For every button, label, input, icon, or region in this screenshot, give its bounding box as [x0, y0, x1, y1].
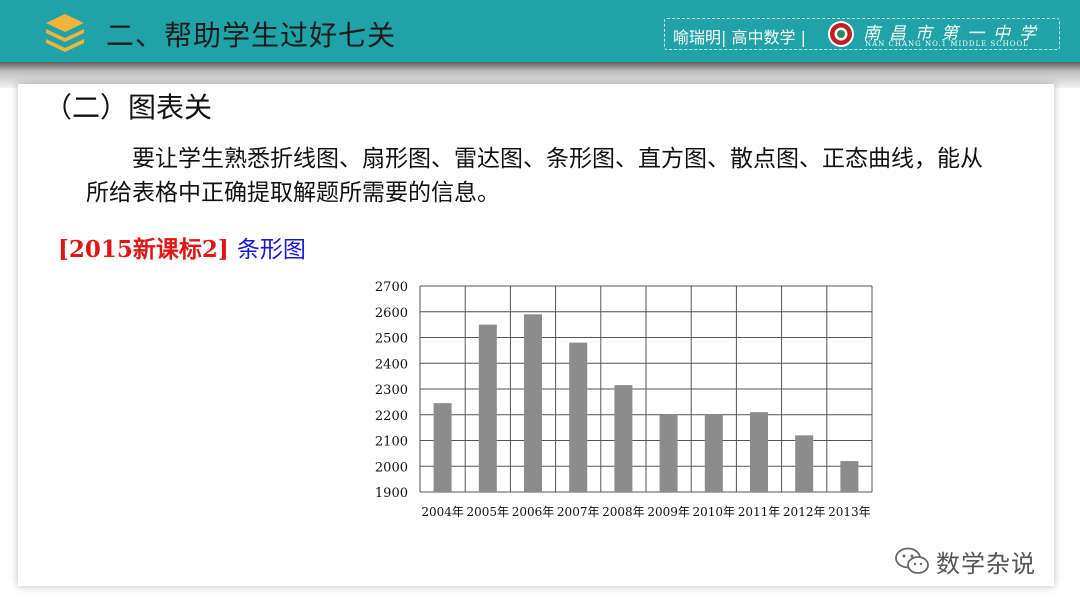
problem-kind: 条形图	[236, 237, 306, 263]
wechat-icon	[895, 547, 929, 574]
bar	[524, 314, 542, 492]
header-title: 二、帮助学生过好七关	[106, 19, 397, 52]
bar	[750, 412, 768, 492]
bar	[569, 342, 588, 492]
y-tick-label: 2300	[375, 383, 408, 398]
y-tick-label: 2400	[375, 357, 408, 372]
y-tick-label: 2700	[375, 280, 408, 295]
school-english-name: NAN CHANG NO.1 MIDDLE SCHOOL	[865, 40, 1029, 48]
bar	[478, 324, 497, 492]
y-tick-label: 2600	[375, 306, 408, 321]
y-tick-label: 2500	[375, 332, 408, 347]
x-tick-label: 2006年	[512, 505, 555, 519]
x-tick-label: 2009年	[647, 505, 690, 519]
bar	[433, 403, 452, 492]
bar	[840, 461, 859, 492]
author-badge: 喻瑞明| 高中数学 | 南昌市第一中学 NAN CHANG NO.1 MIDDL…	[664, 18, 1060, 50]
header-bar: 二、帮助学生过好七关 喻瑞明| 高中数学 | 南昌市第一中学 NAN CHANG…	[0, 0, 1080, 62]
x-tick-label: 2010年	[693, 505, 736, 519]
x-tick-label: 2011年	[738, 505, 781, 519]
x-tick-label: 2005年	[467, 505, 510, 519]
author-course-text: 喻瑞明| 高中数学 |	[673, 28, 806, 47]
x-tick-label: 2008年	[602, 505, 645, 519]
bar	[704, 414, 723, 492]
problem-label: [2015新课标2] 条形图	[58, 230, 306, 264]
problem-source: [2015新课标2]	[58, 236, 229, 263]
watermark-text: 数学杂说	[936, 550, 1036, 578]
layers-stack-icon	[46, 14, 84, 52]
school-seal-icon	[828, 21, 854, 47]
x-tick-label: 2007年	[557, 505, 600, 519]
x-tick-label: 2012年	[783, 505, 826, 519]
y-tick-label: 1900	[375, 486, 408, 501]
bar	[614, 385, 633, 492]
y-tick-label: 2000	[375, 460, 408, 475]
body-paragraph: 要让学生熟悉折线图、扇形图、雷达图、条形图、直方图、散点图、正态曲线，能从所给表…	[86, 146, 983, 206]
y-tick-label: 2100	[375, 435, 408, 450]
bar	[659, 414, 678, 492]
bar-chart: 1900 2000 2100 2200 2300 2400 2500 2600 2700 2004…	[375, 280, 873, 519]
bar	[795, 435, 814, 492]
y-tick-label: 2200	[375, 409, 408, 424]
x-tick-label: 2013年	[828, 505, 871, 519]
section-title: （二）图表关	[44, 91, 213, 124]
x-tick-label: 2004年	[421, 505, 464, 519]
